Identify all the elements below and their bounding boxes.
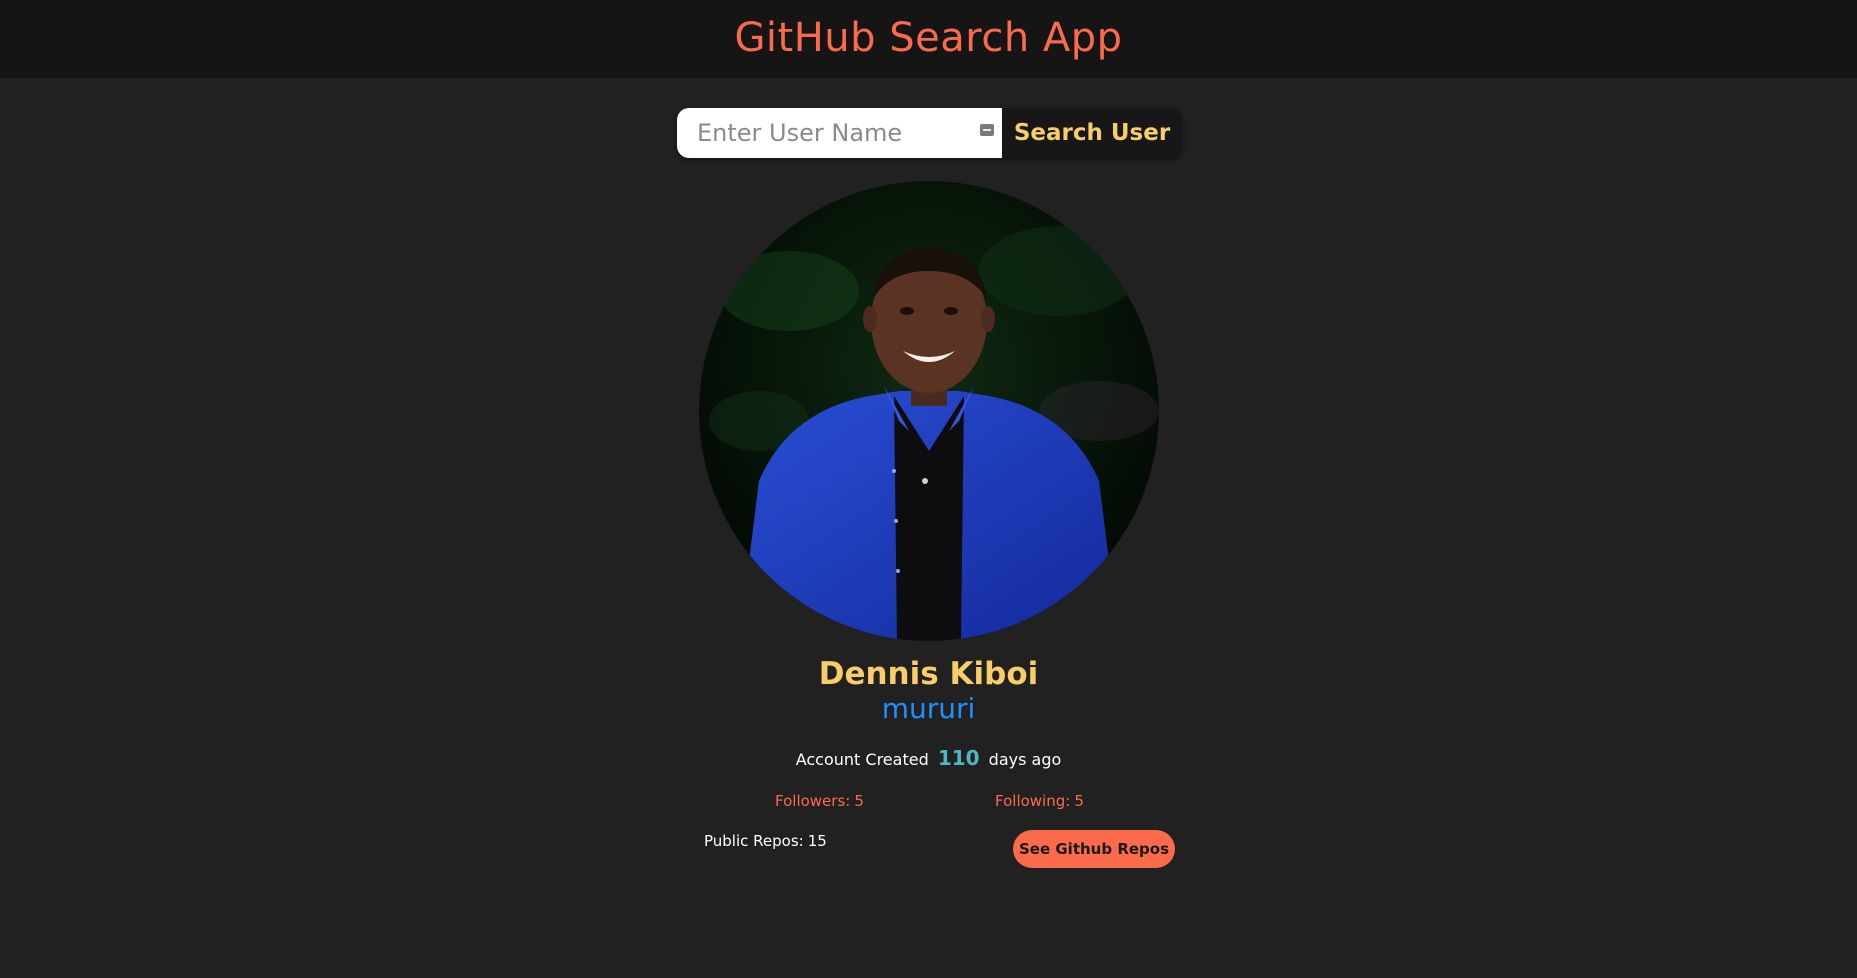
key-icon[interactable] <box>980 124 994 136</box>
avatar-photo <box>699 181 1159 641</box>
avatar <box>699 181 1159 641</box>
followers-count: Followers: 5 <box>775 792 864 810</box>
search-form: Search User <box>677 108 1182 158</box>
account-created: Account Created 110 days ago <box>0 746 1857 770</box>
public-repos-label: Public Repos: <box>704 832 804 850</box>
account-created-prefix: Account Created <box>795 750 929 769</box>
following-count: Following: 5 <box>995 792 1084 810</box>
see-github-repos-button[interactable]: See Github Repos <box>1013 830 1175 868</box>
app-title: GitHub Search App <box>734 15 1123 61</box>
search-input-wrapper <box>677 108 1002 158</box>
account-created-days: 110 <box>937 746 980 770</box>
public-repos-number: 15 <box>807 832 827 850</box>
account-created-suffix: days ago <box>988 750 1062 769</box>
username-search-input[interactable] <box>677 108 1002 158</box>
app-header: GitHub Search App <box>0 0 1857 78</box>
followers-number: 5 <box>854 792 864 810</box>
public-repos-count: Public Repos: 15 <box>704 832 827 850</box>
search-user-button[interactable]: Search User <box>1002 108 1182 158</box>
following-number: 5 <box>1074 792 1084 810</box>
following-label: Following: <box>995 792 1071 810</box>
profile-login: mururi <box>881 692 976 725</box>
profile-name: Dennis Kiboi <box>818 656 1039 692</box>
followers-label: Followers: <box>775 792 851 810</box>
